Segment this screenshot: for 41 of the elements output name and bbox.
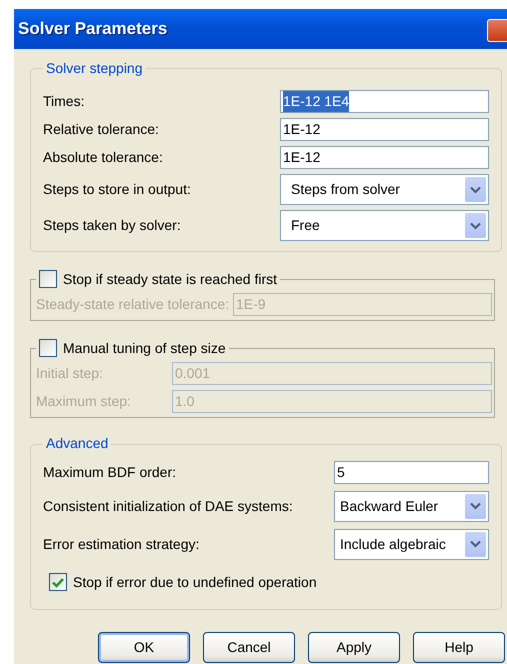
dropdown[interactable]: Steps from solver <box>280 174 489 206</box>
input-field[interactable]: 1E-12 1E4 <box>280 90 489 114</box>
group-title: Advanced <box>46 436 108 452</box>
checkbox-label: Stop if error due to undefined operation <box>73 572 317 592</box>
field-label: Consistent initialization of DAE systems: <box>43 496 294 516</box>
close-button[interactable] <box>487 19 507 42</box>
checkbox-label: Manual tuning of step size <box>63 340 226 356</box>
dropdown-arrow-button[interactable] <box>465 177 486 202</box>
dropdown[interactable]: Backward Euler <box>334 490 489 522</box>
window-title: Solver Parameters <box>18 18 168 40</box>
dropdown-arrow-button[interactable] <box>465 494 486 519</box>
input-field[interactable]: 1E-12 <box>280 146 489 170</box>
dropdown-arrow-button[interactable] <box>465 532 486 557</box>
dropdown[interactable]: Include algebraic <box>334 528 489 560</box>
input-field[interactable]: 5 <box>334 460 489 484</box>
dropdown-arrow-button[interactable] <box>465 213 486 238</box>
field-label: Absolute tolerance: <box>43 148 164 168</box>
field-label: Maximum step: <box>36 392 132 412</box>
checkbox[interactable] <box>49 573 67 592</box>
checkbox[interactable] <box>39 339 57 358</box>
field-label: Relative tolerance: <box>43 120 160 140</box>
dialog-button[interactable]: Cancel <box>203 632 295 663</box>
field-label: Initial step: <box>36 364 104 384</box>
chevron-down-icon <box>470 222 481 230</box>
field-label: Error estimation strategy: <box>43 534 200 554</box>
field-label: Steps to store in output: <box>43 180 192 200</box>
chevron-down-icon <box>470 540 481 548</box>
dialog-button[interactable]: OK <box>98 632 190 663</box>
field-label: Times: <box>43 92 86 112</box>
dialog-button[interactable]: Apply <box>308 632 400 663</box>
chevron-down-icon <box>470 502 481 510</box>
input-field[interactable]: 1E-12 <box>280 118 489 142</box>
field-label: Steady-state relative tolerance: <box>36 295 230 314</box>
field-label: Steps taken by solver: <box>43 216 182 236</box>
chevron-down-icon <box>470 186 481 194</box>
dialog-button[interactable]: Help <box>413 632 505 663</box>
group-title: Solver stepping <box>46 61 143 76</box>
checkbox-label: Stop if steady state is reached first <box>63 272 277 288</box>
field-label: Maximum BDF order: <box>43 462 178 482</box>
dropdown[interactable]: Free <box>280 210 489 242</box>
checkbox[interactable] <box>39 270 57 288</box>
